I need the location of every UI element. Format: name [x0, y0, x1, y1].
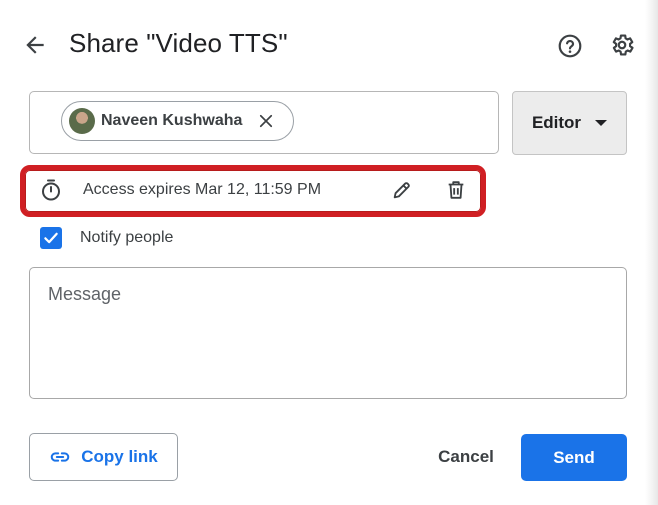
- role-dropdown[interactable]: Editor: [512, 91, 627, 155]
- caret-down-icon: [595, 120, 608, 126]
- timer-icon: [38, 177, 64, 203]
- share-dialog: Share "Video TTS" Naveen Kushwaha Editor: [0, 0, 658, 505]
- cancel-button[interactable]: Cancel: [423, 433, 509, 481]
- recipient-chip-name: Naveen Kushwaha: [101, 112, 243, 129]
- send-button[interactable]: Send: [521, 434, 627, 481]
- remove-recipient-button[interactable]: [256, 111, 276, 131]
- notify-checkbox[interactable]: [40, 227, 62, 249]
- cancel-label: Cancel: [438, 447, 494, 466]
- gear-icon: [612, 34, 634, 56]
- dialog-title: Share "Video TTS": [69, 28, 288, 58]
- pencil-icon: [393, 182, 410, 199]
- notify-label: Notify people: [80, 229, 174, 246]
- message-field: [29, 267, 627, 399]
- copy-link-label: Copy link: [81, 447, 158, 466]
- notify-row: Notify people: [40, 227, 173, 249]
- close-icon: [260, 114, 273, 128]
- role-selected-label: Editor: [531, 113, 582, 132]
- avatar: [69, 108, 95, 134]
- delete-expiry-button[interactable]: [444, 178, 468, 202]
- back-button[interactable]: [20, 30, 50, 60]
- copy-link-button[interactable]: Copy link: [29, 433, 178, 481]
- help-icon: [558, 34, 582, 58]
- send-label: Send: [553, 447, 595, 467]
- check-icon: [44, 232, 58, 244]
- help-button[interactable]: [556, 32, 584, 60]
- arrow-back-icon: [26, 36, 44, 54]
- access-expiry-text: Access expires Mar 12, 11:59 PM: [83, 181, 322, 198]
- settings-button[interactable]: [608, 31, 636, 59]
- message-input[interactable]: [30, 268, 626, 398]
- recipient-input[interactable]: Naveen Kushwaha: [29, 91, 499, 154]
- access-expiry-row: Access expires Mar 12, 11:59 PM: [38, 173, 478, 207]
- trash-icon: [448, 181, 464, 199]
- window-edge: [645, 0, 658, 505]
- edit-expiry-button[interactable]: [390, 178, 414, 202]
- link-icon: [50, 452, 70, 462]
- recipient-chip[interactable]: Naveen Kushwaha: [61, 101, 294, 141]
